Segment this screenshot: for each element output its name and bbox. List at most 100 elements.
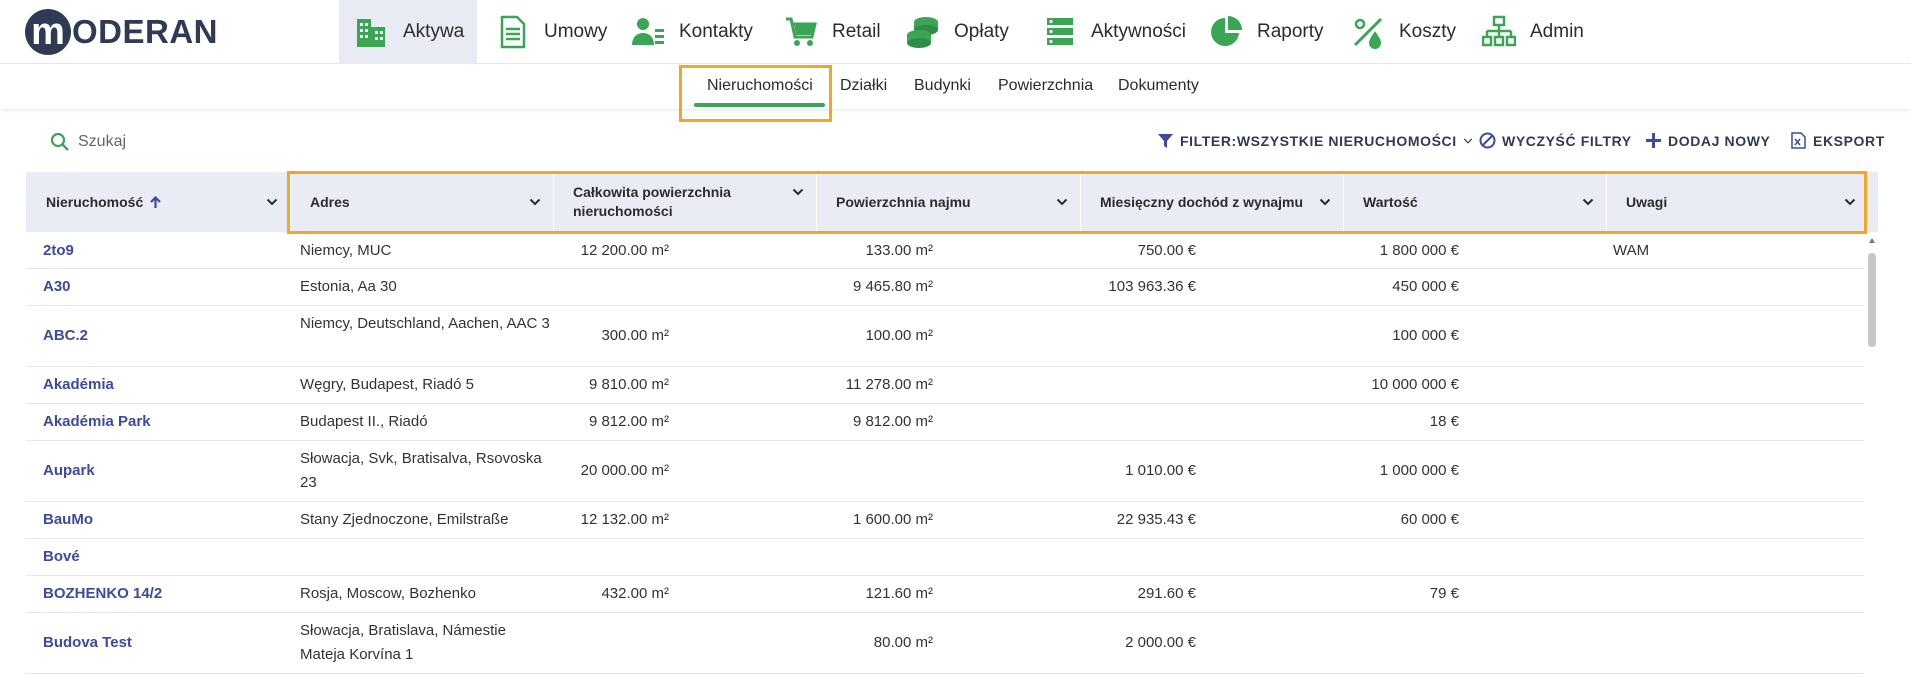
nav-oplaty[interactable]: Opłaty [890,0,1009,64]
nav-umowy[interactable]: Umowy [480,0,607,64]
property-name-link[interactable]: Akadémia Park [43,410,151,434]
property-name-link[interactable]: A30 [43,275,71,299]
chevron-down-icon [1463,138,1472,144]
col-header-miesieczny-dochod[interactable]: Miesięczny dochód z wynajmu [1080,172,1343,232]
property-name-link[interactable]: Bové [43,545,80,569]
col-header-label: Adres [310,193,350,210]
col-header-adres[interactable]: Adres [290,172,553,232]
col-header-label: Uwagi [1626,193,1668,210]
nav-raporty[interactable]: Raporty [1193,0,1324,64]
search-input[interactable] [78,133,278,151]
plus-icon [1646,133,1661,148]
total-area-cell: 12 200.00 m² [580,242,669,259]
notes-cell: WAM [1613,242,1650,259]
nav-label: Aktywa [403,21,465,42]
sort-ascending-icon[interactable] [149,195,162,209]
chevron-down-icon[interactable] [266,196,278,208]
value-cell: 450 000 € [1392,278,1459,295]
tab-powierzchnia[interactable]: Powierzchnia [998,77,1093,95]
table-row[interactable]: BOZHENKO 14/2 Rosja, Moscow, Bozhenko 43… [26,576,1864,613]
property-name-link[interactable]: Aupark [43,459,95,483]
monthly-income-cell: 750.00 € [1137,242,1196,259]
table-row[interactable]: A30 Estonia, Aa 30 9 465.80 m² 103 963.3… [26,269,1864,306]
chevron-down-icon[interactable] [792,186,804,198]
add-new-button[interactable]: DODAJ NOWY [1645,132,1770,149]
tab-dzialki[interactable]: Działki [840,77,887,95]
costs-icon [1353,17,1383,49]
monthly-income-cell: 2 000.00 € [1125,634,1196,651]
table-row[interactable]: Budova Test Słowacja, Bratislava, Námest… [26,613,1864,674]
total-area-cell: 300.00 m² [601,327,669,344]
table-row[interactable]: BauMo Stany Zjednoczone, Emilstraße 12 1… [26,502,1864,539]
chevron-down-icon[interactable] [1056,196,1068,208]
table-row[interactable]: Aupark Słowacja, Svk, Bratisalva, Rsovos… [26,441,1864,502]
chevron-down-icon[interactable] [1844,196,1856,208]
rent-area-cell: 121.60 m² [865,585,933,602]
chevron-down-icon[interactable] [529,196,541,208]
monthly-income-cell: 22 935.43 € [1116,511,1196,528]
col-header-powierzchnia-najmu[interactable]: Powierzchnia najmu [816,172,1080,232]
moderan-logo[interactable]: m ODERAN [25,7,218,57]
scrollbar-thumb[interactable] [1868,253,1876,347]
search-icon [50,132,69,151]
nav-label: Aktywności [1091,21,1187,42]
chevron-down-icon[interactable] [1582,196,1594,208]
col-header-uwagi[interactable]: Uwagi [1606,172,1868,232]
search-box[interactable] [50,130,278,154]
subtabs-bar: Nieruchomości Działki Budynki Powierzchn… [0,64,1911,110]
total-area-cell: 9 810.00 m² [588,376,669,393]
nav-koszty[interactable]: Koszty [1335,0,1456,64]
logo-text: ODERAN [72,13,219,50]
address-cell: Estonia, Aa 30 [300,278,397,295]
document-icon [500,15,526,49]
nav-label: Retail [832,21,881,42]
nav-aktywa[interactable]: Aktywa [339,0,477,64]
activities-icon [1047,18,1073,45]
table-row[interactable]: Bové [26,539,1864,576]
property-name-link[interactable]: ABC.2 [43,324,88,348]
table-row[interactable]: ABC.2 Niemcy, Deutschland, Aachen, AAC 3… [26,306,1864,367]
clear-filters-button[interactable]: WYCZYŚĆ FILTRY [1479,132,1632,149]
nav-admin[interactable]: Admin [1466,0,1584,64]
rent-area-cell: 11 278.00 m² [845,376,933,393]
buildings-icon [357,19,385,47]
property-name-link[interactable]: Akadémia [43,373,114,397]
property-name-link[interactable]: BauMo [43,508,93,532]
rent-area-cell: 100.00 m² [865,327,933,344]
property-name-link[interactable]: BOZHENKO 14/2 [43,582,162,606]
table-row[interactable]: 2to9 Niemcy, MUC 12 200.00 m² 133.00 m² … [26,233,1864,269]
clear-filters-label: WYCZYŚĆ FILTRY [1502,132,1632,149]
nav-label: Umowy [544,21,608,42]
export-button[interactable]: EKSPORT [1790,132,1885,149]
nav-label: Opłaty [954,21,1009,42]
nav-aktywnosci[interactable]: Aktywności [1027,0,1186,64]
property-name-link[interactable]: Budova Test [43,631,132,655]
value-cell: 1 000 000 € [1379,462,1459,479]
active-tab-indicator [694,103,825,107]
col-header-wartosc[interactable]: Wartość [1343,172,1606,232]
filter-button[interactable]: FILTER:WSZYSTKIE NIERUCHOMOŚCI [1157,132,1473,149]
col-header-label: Całkowita powierzchnia nieruchomości [573,184,731,219]
value-cell: 1 800 000 € [1379,242,1459,259]
col-header-nieruchomosc[interactable]: Nieruchomość [26,172,290,232]
org-chart-icon [1482,15,1516,47]
table-row[interactable]: Akadémia Węgry, Budapest, Riadó 5 9 810.… [26,367,1864,404]
col-header-calkowita-powierzchnia[interactable]: Całkowita powierzchnia nieruchomości [553,172,816,232]
address-cell: Budapest II., Riadó [300,413,428,430]
value-cell: 60 000 € [1400,511,1459,528]
property-name-link[interactable]: 2to9 [43,239,74,263]
table-row[interactable]: Akadémia Park Budapest II., Riadó 9 812.… [26,404,1864,441]
col-header-label: Miesięczny dochód z wynajmu [1100,193,1304,210]
nav-retail[interactable]: Retail [768,0,881,64]
nav-kontakty[interactable]: Kontakty [615,0,753,64]
nav-label: Kontakty [679,21,753,42]
total-area-cell: 9 812.00 m² [588,413,669,430]
total-area-cell: 432.00 m² [601,585,669,602]
chevron-down-icon[interactable] [1319,196,1331,208]
contacts-icon [632,18,664,45]
tab-nieruchomosci[interactable]: Nieruchomości [707,77,813,95]
tab-dokumenty[interactable]: Dokumenty [1118,77,1199,95]
filter-icon [1158,134,1173,148]
tab-budynki[interactable]: Budynki [914,77,971,95]
rent-area-cell: 80.00 m² [873,634,933,651]
